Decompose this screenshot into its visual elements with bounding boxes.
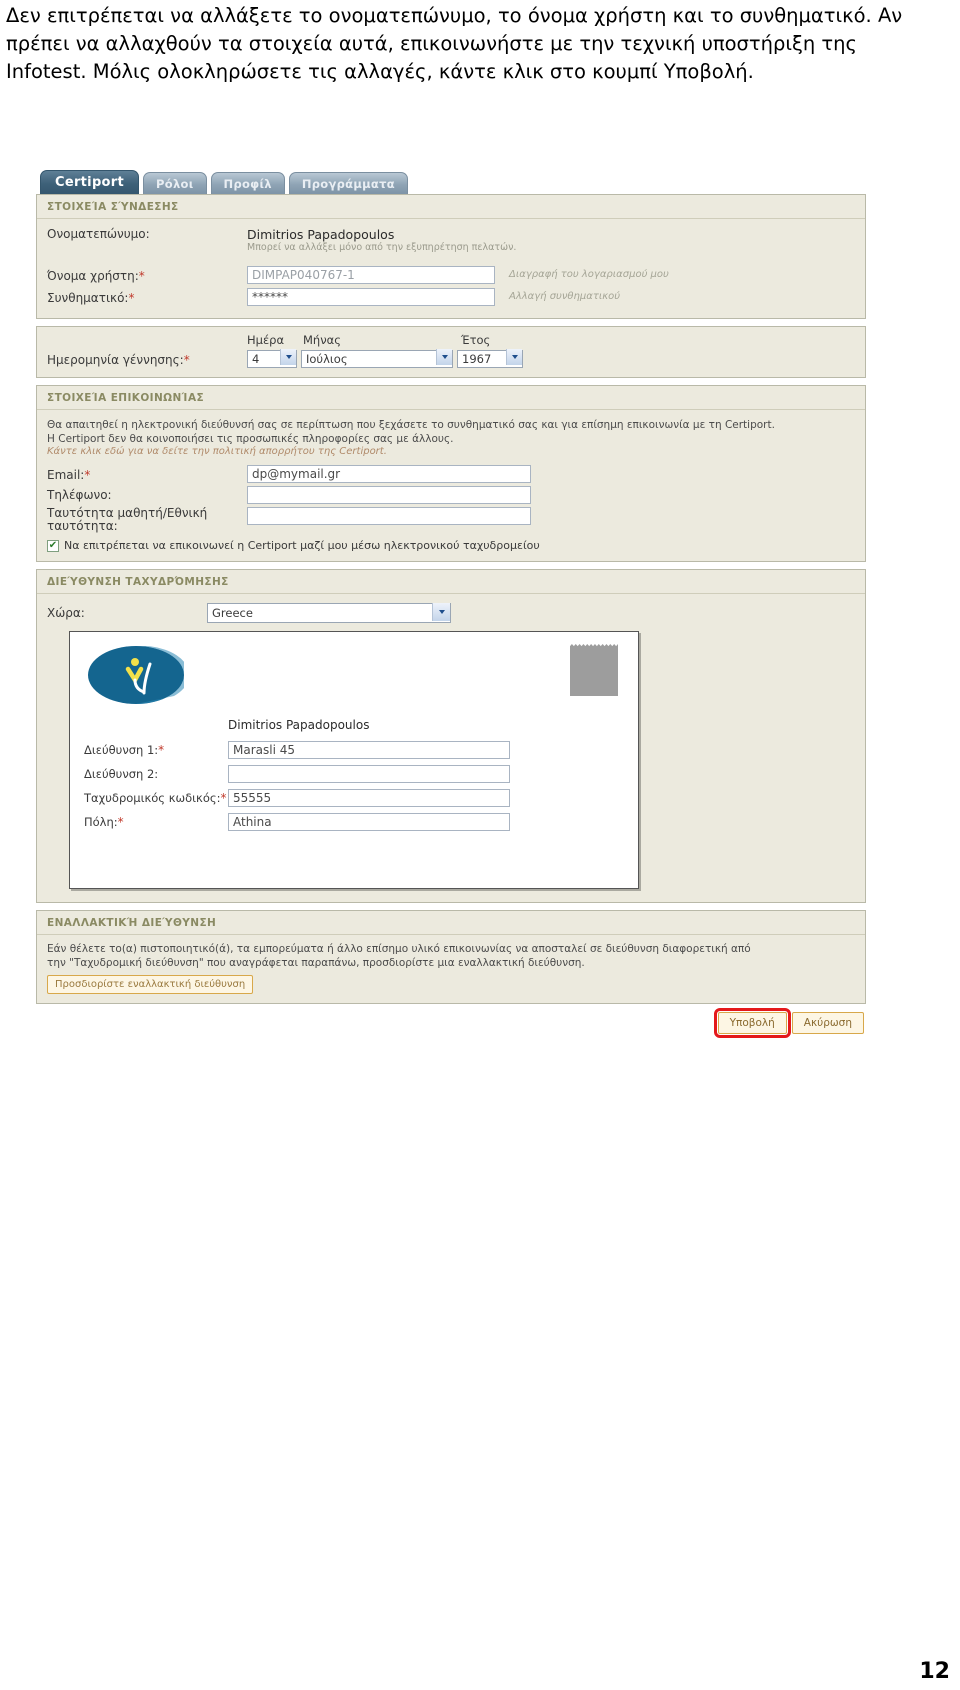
intro-paragraph: Δεν επιτρέπεται να αλλάξετε το ονοματεπώ… [6, 4, 903, 83]
email-label: Email: [47, 468, 85, 482]
password-label-wrap: Συνθηματικό:* [47, 287, 247, 306]
student-id-label: Ταυτότητα μαθητή/Εθνική ταυτότητα: [47, 506, 208, 533]
mailing-section-heading: ΔΙΕΎΘΥΝΣΗ ΤΑΧΥΔΡΌΜΗΣΗΣ [37, 570, 865, 594]
login-section-heading: ΣΤΟΙΧΕΊΑ ΣΎΝΔΕΣΗΣ [37, 195, 865, 219]
email-required-star: * [84, 468, 91, 482]
birthdate-label-wrap: Ημερομηνία γέννησης:* [47, 349, 247, 368]
contact-details-panel: ΣΤΟΙΧΕΊΑ ΕΠΙΚΟΙΝΩΝΊΑΣ Θα απαιτηθεί η ηλε… [36, 385, 866, 562]
address1-required-star: * [158, 742, 165, 757]
birth-month-select[interactable]: Ιούλιος [301, 350, 453, 368]
birth-month-select-wrap[interactable]: Ιούλιος [301, 348, 453, 368]
year-header: Έτος [461, 333, 491, 347]
email-optin-row[interactable]: ✔ Να επιτρέπεται να επικοινωνεί η Certip… [47, 539, 855, 552]
contact-section-heading: ΣΤΟΙΧΕΊΑ ΕΠΙΚΟΙΝΩΝΊΑΣ [37, 386, 865, 410]
specify-alternative-address-button[interactable]: Προσδιορίστε εναλλακτική διεύθυνση [47, 975, 254, 994]
address1-row: Διεύθυνση 1:* [84, 740, 624, 760]
fullname-row: Ονοματεπώνυμο: Dimitrios Papadopoulos Μπ… [47, 227, 855, 253]
birthdate-column-headers: Ημέρα Μήνας Έτος [47, 333, 855, 347]
country-select[interactable]: Greece [207, 603, 451, 623]
certiport-logo-icon [88, 645, 190, 704]
address2-row: Διεύθυνση 2: [84, 764, 624, 784]
fullname-note: Μπορεί να αλλάξει μόνο από την εξυπηρέτη… [247, 242, 517, 253]
day-header: Ημέρα [247, 333, 285, 347]
postage-stamp-icon [570, 644, 618, 696]
zip-row: Ταχυδρομικός κωδικός:* [84, 788, 624, 808]
checkbox-checked-icon[interactable]: ✔ [47, 539, 59, 552]
alt-section-heading: ΕΝΑΛΛΑΚΤΙΚΉ ΔΙΕΎΘΥΝΣΗ [37, 911, 865, 935]
student-id-row: Ταυτότητα μαθητή/Εθνική ταυτότητα: [47, 507, 855, 533]
birthdate-label: Ημερομηνία γέννησης: [47, 352, 184, 367]
tab-programs[interactable]: Προγράμματα [288, 172, 408, 194]
zip-required-star: * [220, 790, 227, 805]
birthdate-row: Ημερομηνία γέννησης:* 4 Ιούλιος 1967 [47, 348, 855, 368]
username-label-wrap: Όνομα χρήστη:* [47, 265, 247, 284]
email-input[interactable] [247, 464, 531, 483]
contact-paragraph-line2: Η Certiport δεν θα κοινοποιήσει τις προσ… [47, 433, 454, 445]
birth-day-select-wrap[interactable]: 4 [247, 348, 297, 368]
city-row: Πόλη:* [84, 812, 624, 832]
mailing-address-panel: ΔΙΕΎΘΥΝΣΗ ΤΑΧΥΔΡΌΜΗΣΗΣ Χώρα: Greece Dimi… [36, 569, 866, 903]
delete-account-link[interactable]: Διαγραφή του λογαριασμού μου [509, 269, 669, 280]
birth-year-select[interactable]: 1967 [457, 350, 523, 368]
username-input[interactable] [247, 265, 495, 284]
birthdate-panel: Ημέρα Μήνας Έτος Ημερομηνία γέννησης:* 4… [36, 326, 866, 378]
student-id-label-wrap: Ταυτότητα μαθητή/Εθνική ταυτότητα: [47, 507, 247, 533]
zip-label: Ταχυδρομικός κωδικός: [84, 790, 221, 805]
password-label: Συνθηματικό: [47, 291, 129, 305]
tab-profile[interactable]: Προφίλ [210, 172, 285, 194]
student-id-input[interactable] [247, 507, 531, 525]
birthdate-required-star: * [183, 352, 190, 367]
submit-button[interactable]: Υποβολή [713, 1008, 791, 1038]
alternative-address-panel: ΕΝΑΛΛΑΚΤΙΚΉ ΔΙΕΎΘΥΝΣΗ Εάν θέλετε το(α) π… [36, 910, 866, 1004]
fullname-label: Ονοματεπώνυμο: [47, 227, 150, 241]
address1-input[interactable] [228, 741, 510, 759]
city-required-star: * [117, 814, 124, 829]
login-details-panel: ΣΤΟΙΧΕΊΑ ΣΎΝΔΕΣΗΣ Ονοματεπώνυμο: Dimitri… [36, 194, 866, 319]
tab-roles[interactable]: Ρόλοι [143, 172, 207, 194]
phone-row: Τηλέφωνο: [47, 486, 855, 504]
city-label: Πόλη: [84, 814, 118, 829]
alt-paragraph-line2: την "Ταχυδρομική διεύθυνση" που αναγράφε… [47, 957, 585, 969]
country-select-wrap[interactable]: Greece [207, 602, 451, 623]
cancel-button[interactable]: Ακύρωση [791, 1012, 864, 1034]
password-required-star: * [128, 291, 135, 305]
page-number: 12 [919, 1659, 950, 1684]
city-input[interactable] [228, 813, 510, 831]
birth-day-select[interactable]: 4 [247, 350, 297, 368]
email-label-wrap: Email:* [47, 464, 247, 483]
address-envelope-card: Dimitrios Papadopoulos Διεύθυνση 1:* Διε… [69, 631, 639, 889]
address2-label: Διεύθυνση 2: [84, 766, 159, 781]
envelope-address-fields: Διεύθυνση 1:* Διεύθυνση 2: Ταχυδρομικός … [84, 740, 624, 836]
zip-input[interactable] [228, 789, 510, 807]
username-row: Όνομα χρήστη:* Διαγραφή του λογαριασμού … [47, 265, 855, 284]
address1-label-wrap: Διεύθυνση 1:* [84, 742, 228, 757]
tab-bar: Certiport Ρόλοι Προφίλ Προγράμματα [36, 168, 866, 194]
email-row: Email:* [47, 464, 855, 483]
tab-certiport[interactable]: Certiport [40, 170, 140, 194]
birth-year-select-wrap[interactable]: 1967 [457, 348, 523, 368]
email-optin-label: Να επιτρέπεται να επικοινωνεί η Certipor… [64, 539, 540, 552]
month-header: Μήνας [303, 333, 341, 347]
privacy-policy-link[interactable]: Κάντε κλικ εδώ για να δείτε την πολιτική… [47, 446, 855, 457]
fullname-value: Dimitrios Papadopoulos [247, 227, 395, 242]
address1-label: Διεύθυνση 1: [84, 742, 159, 757]
change-password-link[interactable]: Αλλαγή συνθηματικού [509, 291, 620, 302]
alt-paragraph-line1: Εάν θέλετε το(α) πιστοποιητικό(ά), τα εμ… [47, 943, 751, 955]
country-row: Χώρα: Greece [47, 602, 855, 623]
password-input[interactable] [247, 287, 495, 306]
envelope-recipient-name: Dimitrios Papadopoulos [228, 718, 370, 732]
address2-input[interactable] [228, 765, 510, 783]
contact-paragraph-line1: Θα απαιτηθεί η ηλεκτρονική διεύθυνσή σας… [47, 419, 775, 431]
phone-input[interactable] [247, 486, 531, 504]
username-required-star: * [138, 269, 145, 283]
certiport-profile-screenshot: Certiport Ρόλοι Προφίλ Προγράμματα ΣΤΟΙΧ… [36, 168, 866, 1038]
city-label-wrap: Πόλη:* [84, 814, 228, 829]
phone-label: Τηλέφωνο: [47, 488, 112, 502]
country-label: Χώρα: [47, 605, 85, 620]
password-row: Συνθηματικό:* Αλλαγή συνθηματικού [47, 287, 855, 306]
form-action-bar: Υποβολή Ακύρωση [36, 1008, 866, 1038]
username-label: Όνομα χρήστη: [47, 269, 139, 283]
zip-label-wrap: Ταχυδρομικός κωδικός:* [84, 790, 228, 805]
